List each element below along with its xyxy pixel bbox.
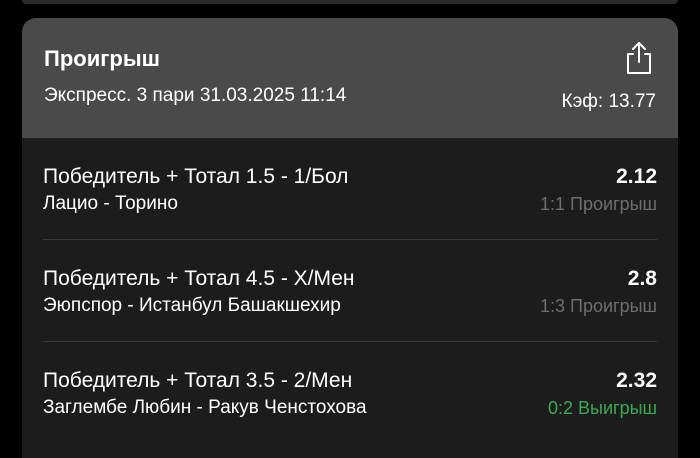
previous-card-edge — [22, 0, 678, 4]
leg-odds: 2.32 — [616, 369, 657, 392]
bet-card[interactable]: Проигрыш Экспресс. 3 пари 31.03.2025 11:… — [22, 18, 678, 458]
leg-match: Эюпспор - Истанбул Башакшехир — [43, 295, 341, 316]
leg-result: 1:1 Проигрыш — [540, 194, 657, 214]
leg-odds: 2.12 — [616, 165, 657, 188]
leg-market: Победитель + Тотал 4.5 - Х/Мен — [43, 267, 355, 290]
bet-leg[interactable]: Победитель + Тотал 3.5 - 2/Мен Заглембе … — [43, 342, 657, 443]
total-coefficient: Кэф: 13.77 — [561, 91, 657, 112]
leg-result: 0:2 Выигрыш — [548, 398, 657, 418]
bet-leg[interactable]: Победитель + Тотал 1.5 - 1/Бол Лацио - Т… — [43, 138, 657, 240]
leg-market: Победитель + Тотал 1.5 - 1/Бол — [43, 165, 349, 188]
leg-market: Победитель + Тотал 3.5 - 2/Мен — [43, 369, 353, 392]
share-icon[interactable] — [622, 40, 656, 76]
bet-status: Проигрыш — [44, 46, 160, 71]
leg-match: Заглембе Любин - Ракув Ченстохова — [43, 397, 367, 418]
leg-match: Лацио - Торино — [43, 193, 178, 214]
leg-result: 1:3 Проигрыш — [540, 296, 657, 316]
leg-odds: 2.8 — [627, 267, 657, 290]
bet-header: Проигрыш Экспресс. 3 пари 31.03.2025 11:… — [22, 18, 678, 138]
bet-subtitle: Экспресс. 3 пари 31.03.2025 11:14 — [44, 85, 347, 106]
bet-leg[interactable]: Победитель + Тотал 4.5 - Х/Мен Эюпспор -… — [43, 240, 657, 342]
